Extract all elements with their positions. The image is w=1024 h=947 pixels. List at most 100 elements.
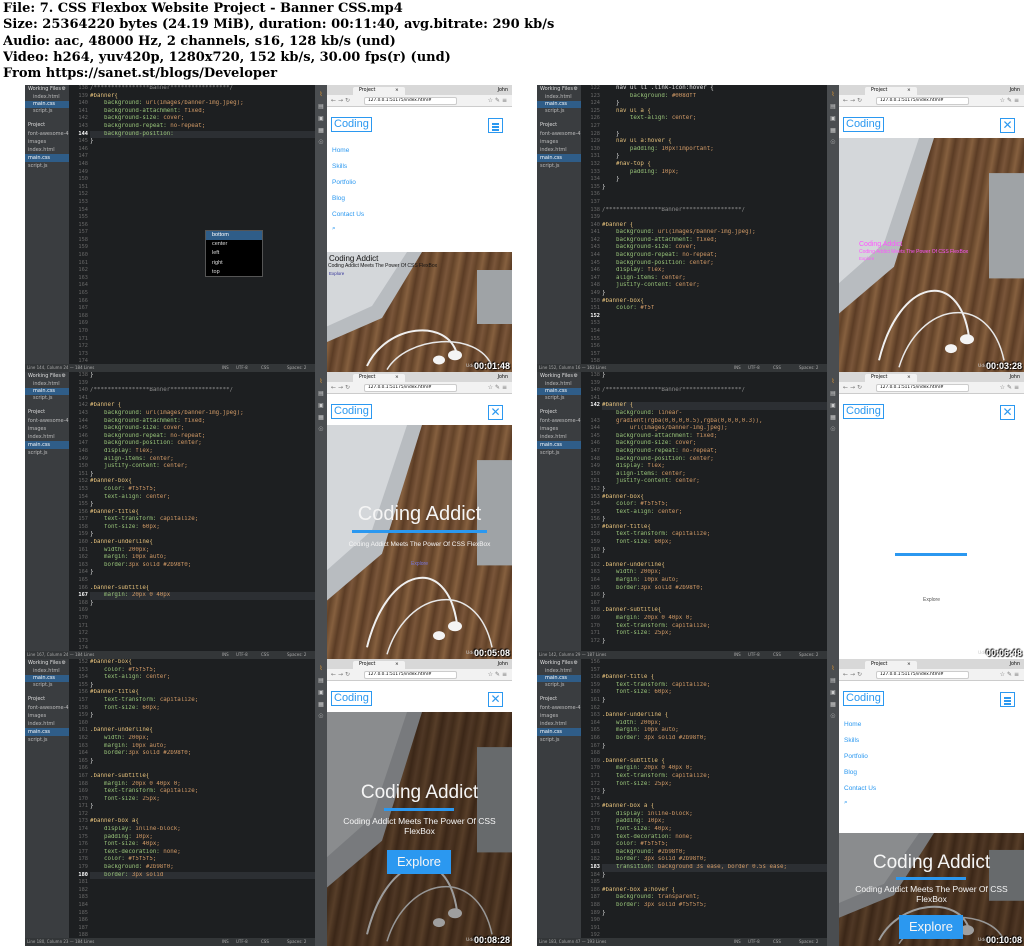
- working-file-item[interactable]: index.html: [25, 668, 69, 675]
- code-line[interactable]: #banner-box a {: [602, 803, 827, 811]
- code-line[interactable]: }: [602, 486, 827, 494]
- code-line[interactable]: #banner{: [90, 93, 315, 101]
- plugin-icon[interactable]: ▦: [829, 127, 837, 134]
- nav-arrows-icon[interactable]: ←→↻: [331, 671, 352, 678]
- code-line[interactable]: background-repeat: no-repeat;: [602, 252, 827, 260]
- project-tree-item[interactable]: script.js: [25, 449, 69, 457]
- code-line[interactable]: #banner-title {: [602, 674, 827, 682]
- code-line[interactable]: text-decoration: none;: [602, 834, 827, 842]
- code-line[interactable]: font-size: 60px;: [602, 689, 827, 697]
- autocomplete-dropdown[interactable]: bottom center left right top: [205, 230, 263, 277]
- code-line[interactable]: }: [602, 788, 827, 796]
- nav-arrows-icon[interactable]: ←→↻: [843, 384, 864, 391]
- close-icon[interactable]: ✕: [1000, 118, 1015, 133]
- code-line[interactable]: .banner-subtitle{: [90, 773, 315, 781]
- indent-spaces[interactable]: Spaces: 2: [799, 938, 818, 946]
- indent-spaces[interactable]: Spaces: 2: [287, 938, 306, 946]
- folder-icon[interactable]: ▣: [317, 115, 325, 122]
- language-select[interactable]: CSS: [773, 938, 781, 946]
- code-line[interactable]: font-size: 25px;: [602, 781, 827, 789]
- code-line[interactable]: display: flex;: [602, 267, 827, 275]
- code-line[interactable]: margin: 10px auto;: [602, 727, 827, 735]
- bulb-icon[interactable]: ☉: [317, 713, 325, 720]
- indent-spaces[interactable]: Spaces: 2: [799, 364, 818, 372]
- nav-link[interactable]: Contact Us: [844, 785, 876, 792]
- code-line[interactable]: [90, 380, 315, 388]
- working-file-item[interactable]: script.js: [537, 395, 581, 402]
- code-line[interactable]: justify-content: center;: [602, 282, 827, 290]
- code-line[interactable]: #banner-title{: [90, 689, 315, 697]
- code-line[interactable]: [602, 199, 827, 207]
- code-line[interactable]: background-position:: [90, 130, 315, 139]
- project-tree-item[interactable]: font-awesome-4: [25, 417, 69, 425]
- working-file-item[interactable]: script.js: [537, 682, 581, 689]
- code-line[interactable]: background: linear-: [602, 410, 827, 418]
- project-tree-item[interactable]: script.js: [537, 736, 581, 744]
- code-line[interactable]: [602, 123, 827, 131]
- code-line[interactable]: text-decoration: none;: [90, 849, 315, 857]
- plugin-icon[interactable]: ▦: [317, 414, 325, 421]
- code-line[interactable]: #banner-box a:hover {: [602, 887, 827, 895]
- nav-arrows-icon[interactable]: ←→↻: [331, 384, 352, 391]
- search-icon[interactable]: ⌕: [332, 225, 336, 233]
- code-line[interactable]: }: [90, 569, 315, 577]
- code-line[interactable]: background-size: cover;: [602, 440, 827, 448]
- site-logo[interactable]: Coding: [331, 404, 372, 419]
- explore-link[interactable]: Explore: [839, 597, 1024, 603]
- code-line[interactable]: padding: 10px;: [90, 834, 315, 842]
- code-line[interactable]: }: [602, 638, 827, 646]
- code-line[interactable]: background: url(images/banner-img.jpeg);: [602, 229, 827, 237]
- code-line[interactable]: text-transform: capitalize;: [602, 773, 827, 781]
- working-file-item[interactable]: index.html: [25, 94, 69, 101]
- code-line[interactable]: align-items: center;: [602, 275, 827, 283]
- project-tree-item[interactable]: script.js: [25, 162, 69, 170]
- browser-actions-icon[interactable]: ☆✎≡: [488, 97, 509, 104]
- language-select[interactable]: CSS: [773, 651, 781, 659]
- browser-actions-icon[interactable]: ☆✎≡: [488, 671, 509, 678]
- code-line[interactable]: }: [602, 153, 827, 161]
- code-line[interactable]: background-attachment: fixed;: [90, 108, 315, 116]
- code-line[interactable]: [602, 796, 827, 804]
- code-line[interactable]: background-size: cover;: [602, 244, 827, 252]
- address-bar[interactable]: 127.0.0.1:51175/index.html#: [364, 384, 457, 392]
- plugin-icon[interactable]: ▦: [317, 127, 325, 134]
- css-code-editor[interactable]: #banner-box{ color: #f5f5f5; text-align:…: [90, 659, 315, 938]
- working-file-item[interactable]: index.html: [537, 381, 581, 388]
- project-tree-item[interactable]: main.css: [25, 441, 69, 449]
- code-line[interactable]: font-size: 60px;: [602, 539, 827, 547]
- project-tree-item[interactable]: script.js: [537, 449, 581, 457]
- encoding-select[interactable]: UTF-8: [748, 364, 760, 372]
- code-line[interactable]: color: #f5f5f5;: [90, 856, 315, 864]
- code-line[interactable]: background-attachment: fixed;: [602, 433, 827, 441]
- code-line[interactable]: #banner {: [90, 402, 315, 410]
- code-line[interactable]: width: 200px;: [602, 569, 827, 577]
- project-tree-item[interactable]: main.css: [25, 154, 69, 162]
- code-line[interactable]: .banner-subtitle {: [602, 758, 827, 766]
- code-line[interactable]: [602, 879, 827, 887]
- code-line[interactable]: font-size: 25px;: [602, 630, 827, 638]
- project-tree-item[interactable]: script.js: [537, 162, 581, 170]
- project-tree-item[interactable]: main.css: [537, 728, 581, 736]
- project-tree-item[interactable]: images: [537, 425, 581, 433]
- working-file-item[interactable]: index.html: [537, 94, 581, 101]
- code-line[interactable]: }: [90, 501, 315, 509]
- project-tree-item[interactable]: main.css: [537, 441, 581, 449]
- browser-actions-icon[interactable]: ☆✎≡: [1000, 384, 1021, 391]
- autocomplete-option[interactable]: center: [206, 240, 262, 249]
- code-line[interactable]: align-items: center;: [90, 456, 315, 464]
- tab-close-icon[interactable]: ×: [395, 661, 399, 669]
- code-line[interactable]: url(images/banner-img.jpeg);: [602, 425, 827, 433]
- code-line[interactable]: background: #2b98f0;: [90, 864, 315, 872]
- code-line[interactable]: display: inline-block;: [90, 826, 315, 834]
- code-line[interactable]: [90, 577, 315, 585]
- indent-spaces[interactable]: Spaces: 2: [287, 364, 306, 372]
- nav-link[interactable]: Portfolio: [844, 753, 868, 760]
- code-line[interactable]: #banner-box{: [90, 478, 315, 486]
- site-logo[interactable]: Coding: [331, 691, 372, 706]
- language-select[interactable]: CSS: [261, 651, 269, 659]
- css-code-editor[interactable]: #banner-title { text-transform: capitali…: [602, 659, 827, 938]
- project-tree-item[interactable]: index.html: [537, 146, 581, 154]
- code-line[interactable]: background-size: cover;: [90, 115, 315, 123]
- code-line[interactable]: background-attachment: fixed;: [602, 237, 827, 245]
- tab-close-icon[interactable]: ×: [907, 87, 911, 95]
